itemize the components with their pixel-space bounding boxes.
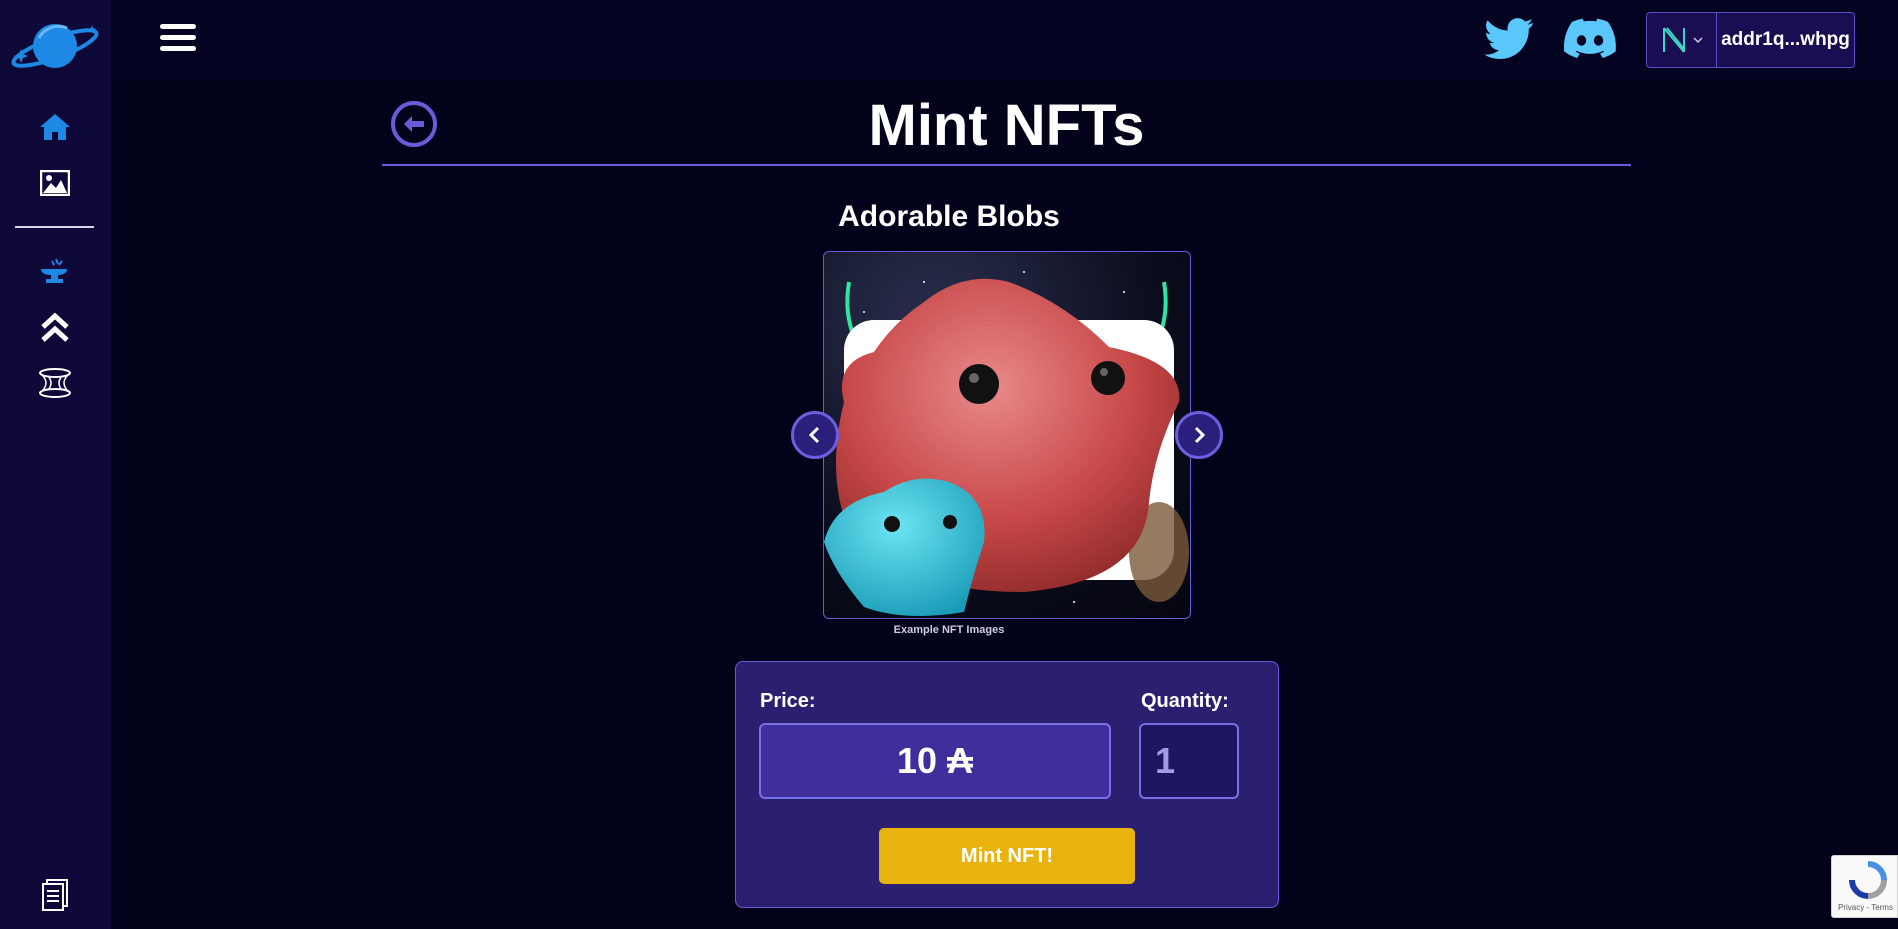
page-header: Mint NFTs: [382, 88, 1631, 166]
nft-image: [823, 251, 1191, 619]
recaptcha-badge[interactable]: Privacy - Terms: [1831, 855, 1898, 918]
discord-icon[interactable]: [1563, 18, 1616, 62]
top-bar: [111, 0, 1898, 80]
carousel-next-button[interactable]: [1175, 411, 1223, 459]
quantity-input[interactable]: [1139, 723, 1239, 799]
wallet-provider-icon[interactable]: [1647, 13, 1717, 67]
chevron-down-icon: [1692, 37, 1703, 44]
sidebar: [0, 0, 111, 929]
wallet-button[interactable]: addr1q...whpg: [1646, 12, 1855, 68]
chevrons-up-icon[interactable]: [36, 308, 74, 346]
price-label: Price:: [760, 690, 816, 712]
home-icon[interactable]: [36, 108, 74, 146]
document-icon[interactable]: [36, 876, 74, 914]
page-title: Mint NFTs: [868, 93, 1145, 158]
anvil-icon[interactable]: [36, 253, 74, 291]
recaptcha-text: Privacy - Terms: [1838, 903, 1893, 912]
twitter-icon[interactable]: [1484, 18, 1536, 62]
image-caption: Example NFT Images: [893, 624, 1005, 636]
image-icon[interactable]: [36, 164, 74, 202]
wallet-address: addr1q...whpg: [1721, 29, 1850, 50]
mint-nft-button[interactable]: Mint NFT!: [879, 828, 1135, 884]
menu-icon[interactable]: [160, 24, 196, 54]
wormhole-icon[interactable]: [36, 364, 74, 402]
quantity-label: Quantity:: [1141, 690, 1229, 712]
chevron-left-icon: [808, 426, 820, 444]
planet-logo-icon[interactable]: [9, 18, 101, 74]
price-value: 10 ₳: [759, 723, 1111, 799]
recaptcha-icon: [1849, 861, 1887, 899]
chevron-right-icon: [1194, 426, 1206, 444]
collection-title: Adorable Blobs: [838, 200, 1060, 233]
carousel-prev-button[interactable]: [791, 411, 839, 459]
mint-card: Price: Quantity: 10 ₳ Mint NFT!: [735, 661, 1279, 908]
